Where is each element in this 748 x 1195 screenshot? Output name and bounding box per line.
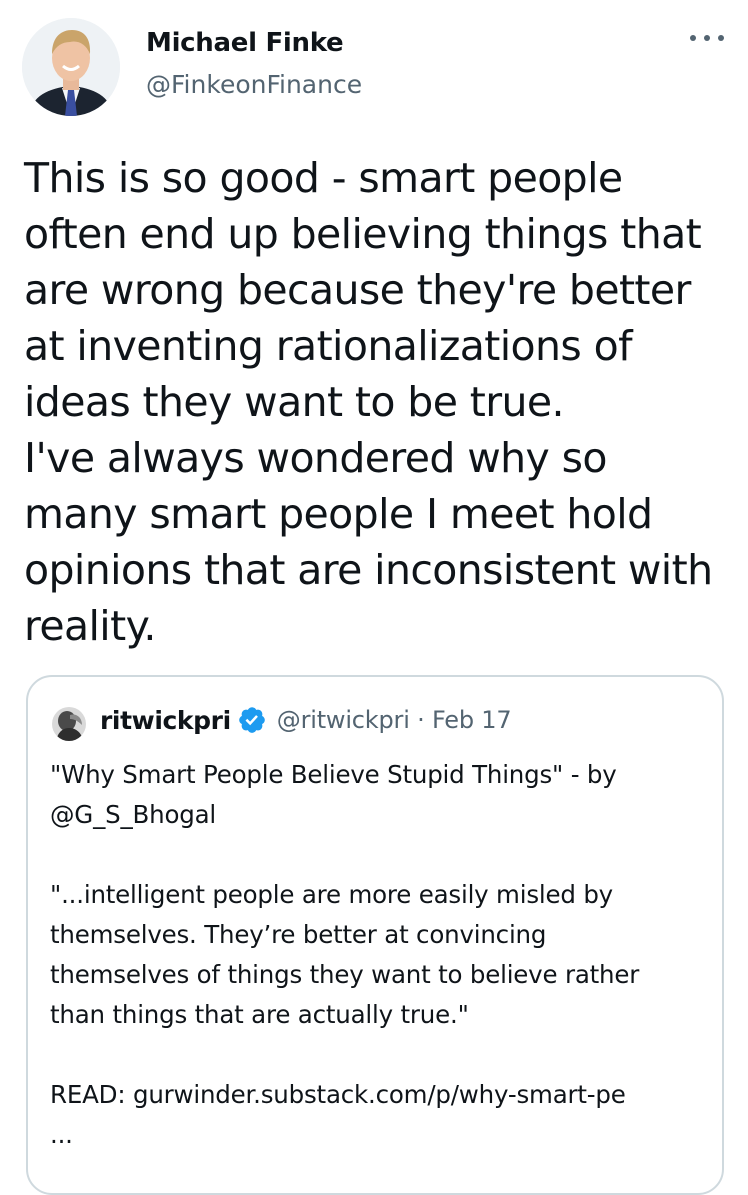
tweet: Michael Finke @FinkeonFinance This is so… xyxy=(0,0,748,1195)
quoted-author-avatar[interactable] xyxy=(52,707,86,741)
tweet-text-line: reality. xyxy=(24,602,156,650)
quoted-text-line[interactable]: @G_S_Bhogal xyxy=(50,795,726,835)
tweet-text-line: are wrong because they're better xyxy=(24,266,691,314)
tweet-text-line: many smart people I meet hold xyxy=(24,490,653,538)
author-handle[interactable]: @FinkeonFinance xyxy=(146,70,362,99)
tweet-header: Michael Finke @FinkeonFinance xyxy=(22,18,728,118)
quoted-text-line: ... xyxy=(50,1120,73,1149)
quoted-text-line: than things that are actually true." xyxy=(50,1000,469,1029)
quoted-text-line: "Why Smart People Believe Stupid Things"… xyxy=(50,760,617,789)
tweet-text-line: ideas they want to be true. xyxy=(24,378,565,426)
tweet-text-line: at inventing rationalizations of xyxy=(24,322,633,370)
quoted-text-link[interactable]: READ: gurwinder.substack.com/p/why-smart… xyxy=(50,1075,726,1115)
tweet-text-line: This is so good - smart people xyxy=(24,154,623,202)
tweet-text-line: I've always wondered why so xyxy=(24,434,607,482)
quoted-tweet[interactable]: ritwickpri @ritwickpri · Feb 17 "Why Sma… xyxy=(26,675,724,1195)
quoted-author-row: ritwickpri @ritwickpri · Feb 17 xyxy=(100,705,512,735)
quoted-handle-date[interactable]: @ritwickpri · Feb 17 xyxy=(277,706,512,734)
quoted-author-name[interactable]: ritwickpri xyxy=(100,706,231,735)
tweet-text: This is so good - smart people often end… xyxy=(24,150,740,654)
quoted-text-line xyxy=(50,1035,726,1075)
author-avatar[interactable] xyxy=(22,18,120,116)
quoted-text-line: themselves of things they want to believ… xyxy=(50,960,640,989)
more-horizontal-icon[interactable] xyxy=(690,26,724,50)
quoted-tweet-text: "Why Smart People Believe Stupid Things"… xyxy=(50,755,726,1155)
quoted-text-line: "...intelligent people are more easily m… xyxy=(50,880,613,909)
quoted-text-line: themselves. They’re better at convincing xyxy=(50,920,547,949)
quoted-text-line xyxy=(50,835,726,875)
tweet-text-line: often end up believing things that xyxy=(24,210,702,258)
author-name[interactable]: Michael Finke xyxy=(146,28,344,58)
tweet-text-line: opinions that are inconsistent with xyxy=(24,546,713,594)
verified-badge-icon xyxy=(237,705,267,735)
